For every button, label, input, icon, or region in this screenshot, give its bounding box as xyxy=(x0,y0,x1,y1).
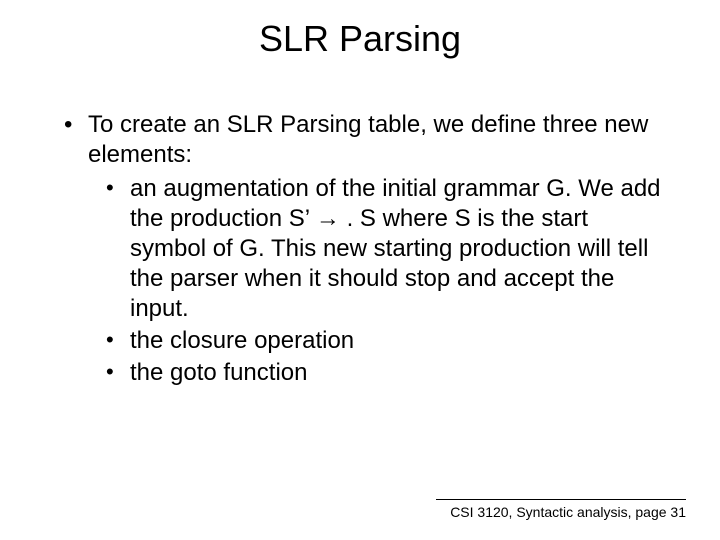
bullet-level2: the goto function xyxy=(60,358,670,388)
footer-text: CSI 3120, Syntactic analysis, page 31 xyxy=(436,504,686,520)
footer: CSI 3120, Syntactic analysis, page 31 xyxy=(436,499,686,520)
bullet-level1: To create an SLR Parsing table, we defin… xyxy=(60,110,670,170)
bullet-text: an augmentation of the initial grammar G… xyxy=(130,175,661,322)
bullet-level2: the closure operation xyxy=(60,326,670,356)
bullet-text: the closure operation xyxy=(130,327,354,354)
bullet-level2: an augmentation of the initial grammar G… xyxy=(60,174,670,324)
footer-divider xyxy=(436,499,686,500)
bullet-text: To create an SLR Parsing table, we defin… xyxy=(88,111,648,168)
bullet-text: the goto function xyxy=(130,359,307,386)
slide-body: To create an SLR Parsing table, we defin… xyxy=(60,110,670,390)
slide: SLR Parsing To create an SLR Parsing tab… xyxy=(0,0,720,540)
slide-title: SLR Parsing xyxy=(0,0,720,60)
